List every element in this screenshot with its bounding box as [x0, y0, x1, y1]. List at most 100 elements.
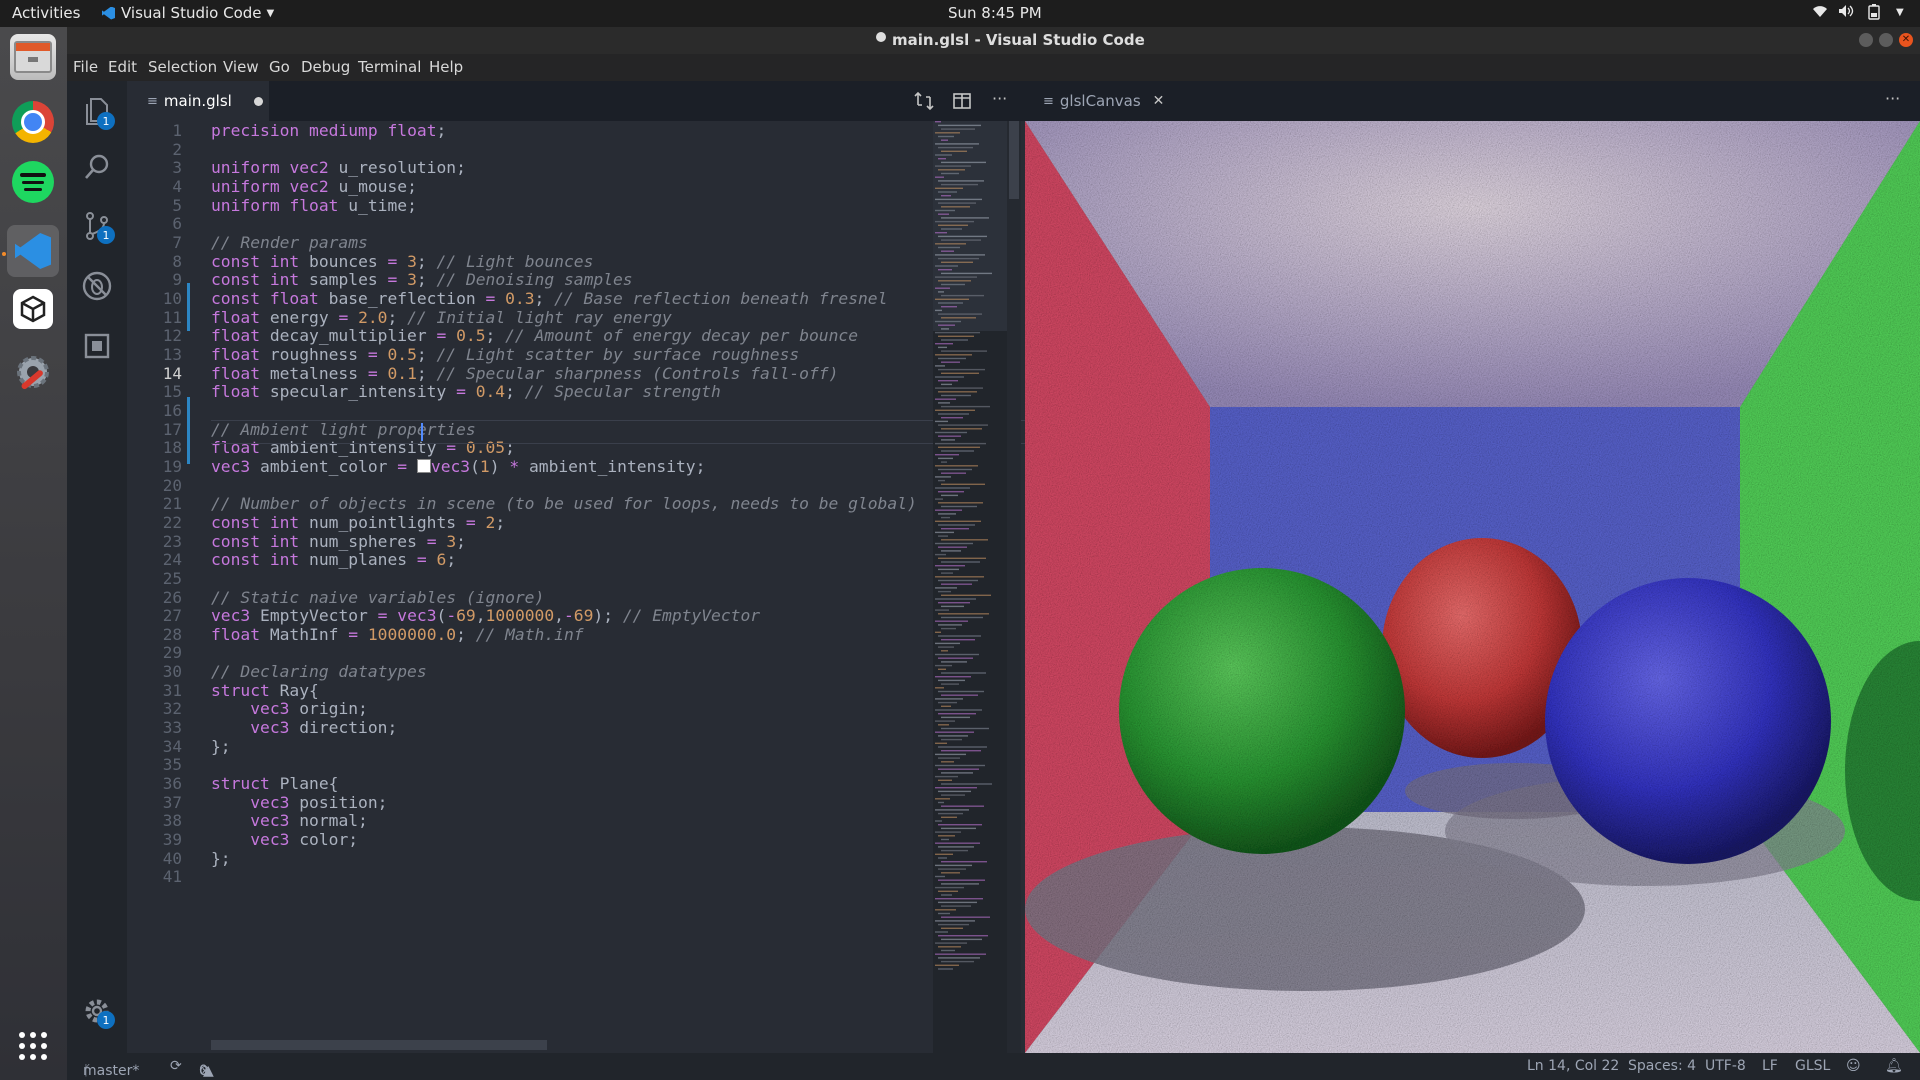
line-number[interactable]: 39 [127, 830, 182, 849]
end-of-line[interactable]: LF [1762, 1058, 1778, 1074]
line-number[interactable]: 4 [127, 177, 182, 196]
close-tab-icon[interactable]: ✕ [1153, 93, 1165, 109]
line-number[interactable]: 12 [127, 326, 182, 345]
code-line[interactable]: vec3 color; [211, 830, 358, 849]
volume-icon[interactable] [1838, 4, 1854, 22]
line-number[interactable]: 7 [127, 233, 182, 252]
code-editor[interactable]: 1 precision mediump float; 2 3 uniform vec2 … [127, 121, 1059, 1053]
line-number[interactable]: 36 [127, 774, 182, 793]
vertical-scrollbar[interactable] [1007, 121, 1021, 1053]
menu-edit[interactable]: Edit [108, 58, 137, 76]
spotify-app-icon[interactable] [10, 159, 56, 205]
menu-terminal[interactable]: Terminal [358, 58, 421, 76]
line-number[interactable]: 33 [127, 718, 182, 737]
code-line[interactable]: // Render params [211, 233, 368, 252]
line-number[interactable]: 11 [127, 308, 182, 327]
line-number[interactable]: 27 [127, 606, 182, 625]
line-number[interactable]: 22 [127, 513, 182, 532]
code-line[interactable]: float roughness = 0.5; // Light scatter … [211, 345, 799, 364]
encoding[interactable]: UTF-8 [1705, 1058, 1746, 1074]
close-window-icon[interactable]: ✕ [1899, 33, 1913, 47]
line-number[interactable]: 2 [127, 140, 182, 159]
line-number[interactable]: 37 [127, 793, 182, 812]
more-actions-icon[interactable]: ··· [992, 89, 1007, 108]
code-line[interactable]: float MathInf = 1000000.0; // Math.inf [211, 625, 584, 644]
app-menu[interactable]: Visual Studio Code ▼ [102, 4, 274, 22]
debug-icon[interactable] [77, 266, 117, 306]
line-number[interactable]: 20 [127, 476, 182, 495]
files-app-icon[interactable] [10, 34, 56, 80]
menu-help[interactable]: Help [429, 58, 463, 76]
maximize-window-icon[interactable] [1879, 33, 1893, 47]
code-line[interactable]: vec3 EmptyVector = vec3(-69,1000000,-69)… [211, 606, 760, 625]
extensions-icon[interactable] [77, 326, 117, 366]
line-number[interactable]: 9 [127, 270, 182, 289]
tab-main-glsl[interactable]: ≡ main.glsl [127, 81, 269, 121]
line-number[interactable]: 30 [127, 662, 182, 681]
vscode-app-icon[interactable] [7, 225, 59, 277]
code-line[interactable]: const int samples = 3; // Denoising samp… [211, 270, 633, 289]
cursor-position[interactable]: Ln 14, Col 22 [1527, 1058, 1619, 1074]
code-line[interactable]: uniform float u_time; [211, 196, 417, 215]
code-line[interactable]: vec3 ambient_color = vec3(1) * ambient_i… [211, 457, 705, 476]
code-line[interactable]: float decay_multiplier = 0.5; // Amount … [211, 326, 858, 345]
code-line[interactable]: const int num_pointlights = 2; [211, 513, 505, 532]
line-number[interactable]: 21 [127, 494, 182, 513]
line-number[interactable]: 29 [127, 643, 182, 662]
code-line[interactable]: // Static naive variables (ignore) [211, 588, 544, 607]
minimap[interactable] [933, 121, 1013, 1053]
line-number[interactable]: 25 [127, 569, 182, 588]
settings-tools-app-icon[interactable] [10, 349, 56, 395]
code-line[interactable]: }; [211, 737, 231, 756]
activities-button[interactable]: Activities [12, 4, 80, 22]
line-number[interactable]: 26 [127, 588, 182, 607]
window-title-bar[interactable]: main.glsl - Visual Studio Code ✕ [67, 27, 1920, 54]
notifications-bell-icon[interactable]: 🔔︎ [1885, 1058, 1903, 1074]
line-number[interactable]: 18 [127, 438, 182, 457]
scrollbar-thumb[interactable] [1009, 121, 1019, 199]
code-line[interactable]: vec3 position; [211, 793, 387, 812]
code-line[interactable]: vec3 normal; [211, 811, 368, 830]
code-line[interactable]: float specular_intensity = 0.4; // Specu… [211, 382, 721, 401]
code-line[interactable]: vec3 direction; [211, 718, 397, 737]
code-line[interactable]: const int bounces = 3; // Light bounces [211, 252, 593, 271]
menu-selection[interactable]: Selection [148, 58, 217, 76]
code-line[interactable]: // Number of objects in scene (to be use… [211, 494, 917, 513]
language-mode[interactable]: GLSL [1795, 1058, 1830, 1074]
open-changes-icon[interactable] [914, 91, 934, 115]
code-line[interactable]: float energy = 2.0; // Initial light ray… [211, 308, 672, 327]
line-number[interactable]: 5 [127, 196, 182, 215]
line-number[interactable]: 32 [127, 699, 182, 718]
line-number[interactable]: 16 [127, 401, 182, 420]
tab-glslcanvas[interactable]: ≡ glslCanvas ✕ [1025, 81, 1164, 121]
sync-icon[interactable]: ⟳ [170, 1058, 182, 1074]
code-line[interactable]: struct Plane{ [211, 774, 338, 793]
code-line[interactable]: precision mediump float; [211, 121, 446, 140]
glsl-canvas-preview[interactable] [1025, 121, 1920, 1053]
line-number[interactable]: 24 [127, 550, 182, 569]
line-number[interactable]: 40 [127, 849, 182, 868]
line-number[interactable]: 8 [127, 252, 182, 271]
split-editor-icon[interactable] [953, 92, 971, 114]
wifi-icon[interactable] [1812, 4, 1828, 22]
line-number[interactable]: 15 [127, 382, 182, 401]
code-line[interactable]: float ambient_intensity = 0.05; [211, 438, 515, 457]
line-number[interactable]: 6 [127, 214, 182, 233]
code-line[interactable]: float metalness = 0.1; // Specular sharp… [211, 364, 838, 383]
line-number[interactable]: 10 [127, 289, 182, 308]
code-line[interactable]: const float base_reflection = 0.3; // Ba… [211, 289, 887, 308]
code-line[interactable]: const int num_planes = 6; [211, 550, 456, 569]
line-number[interactable]: 41 [127, 867, 182, 886]
menu-debug[interactable]: Debug [301, 58, 350, 76]
code-line[interactable]: // Declaring datatypes [211, 662, 427, 681]
more-actions-icon[interactable]: ··· [1885, 89, 1900, 108]
line-number[interactable]: 14 [127, 364, 182, 383]
menu-go[interactable]: Go [269, 58, 290, 76]
menu-view[interactable]: View [223, 58, 259, 76]
unsaved-dot-icon[interactable] [253, 96, 263, 106]
line-number[interactable]: 3 [127, 158, 182, 177]
code-line[interactable]: // Ambient light properties [211, 420, 476, 439]
code-line[interactable]: uniform vec2 u_resolution; [211, 158, 466, 177]
battery-icon[interactable] [1868, 4, 1880, 24]
line-number[interactable]: 13 [127, 345, 182, 364]
